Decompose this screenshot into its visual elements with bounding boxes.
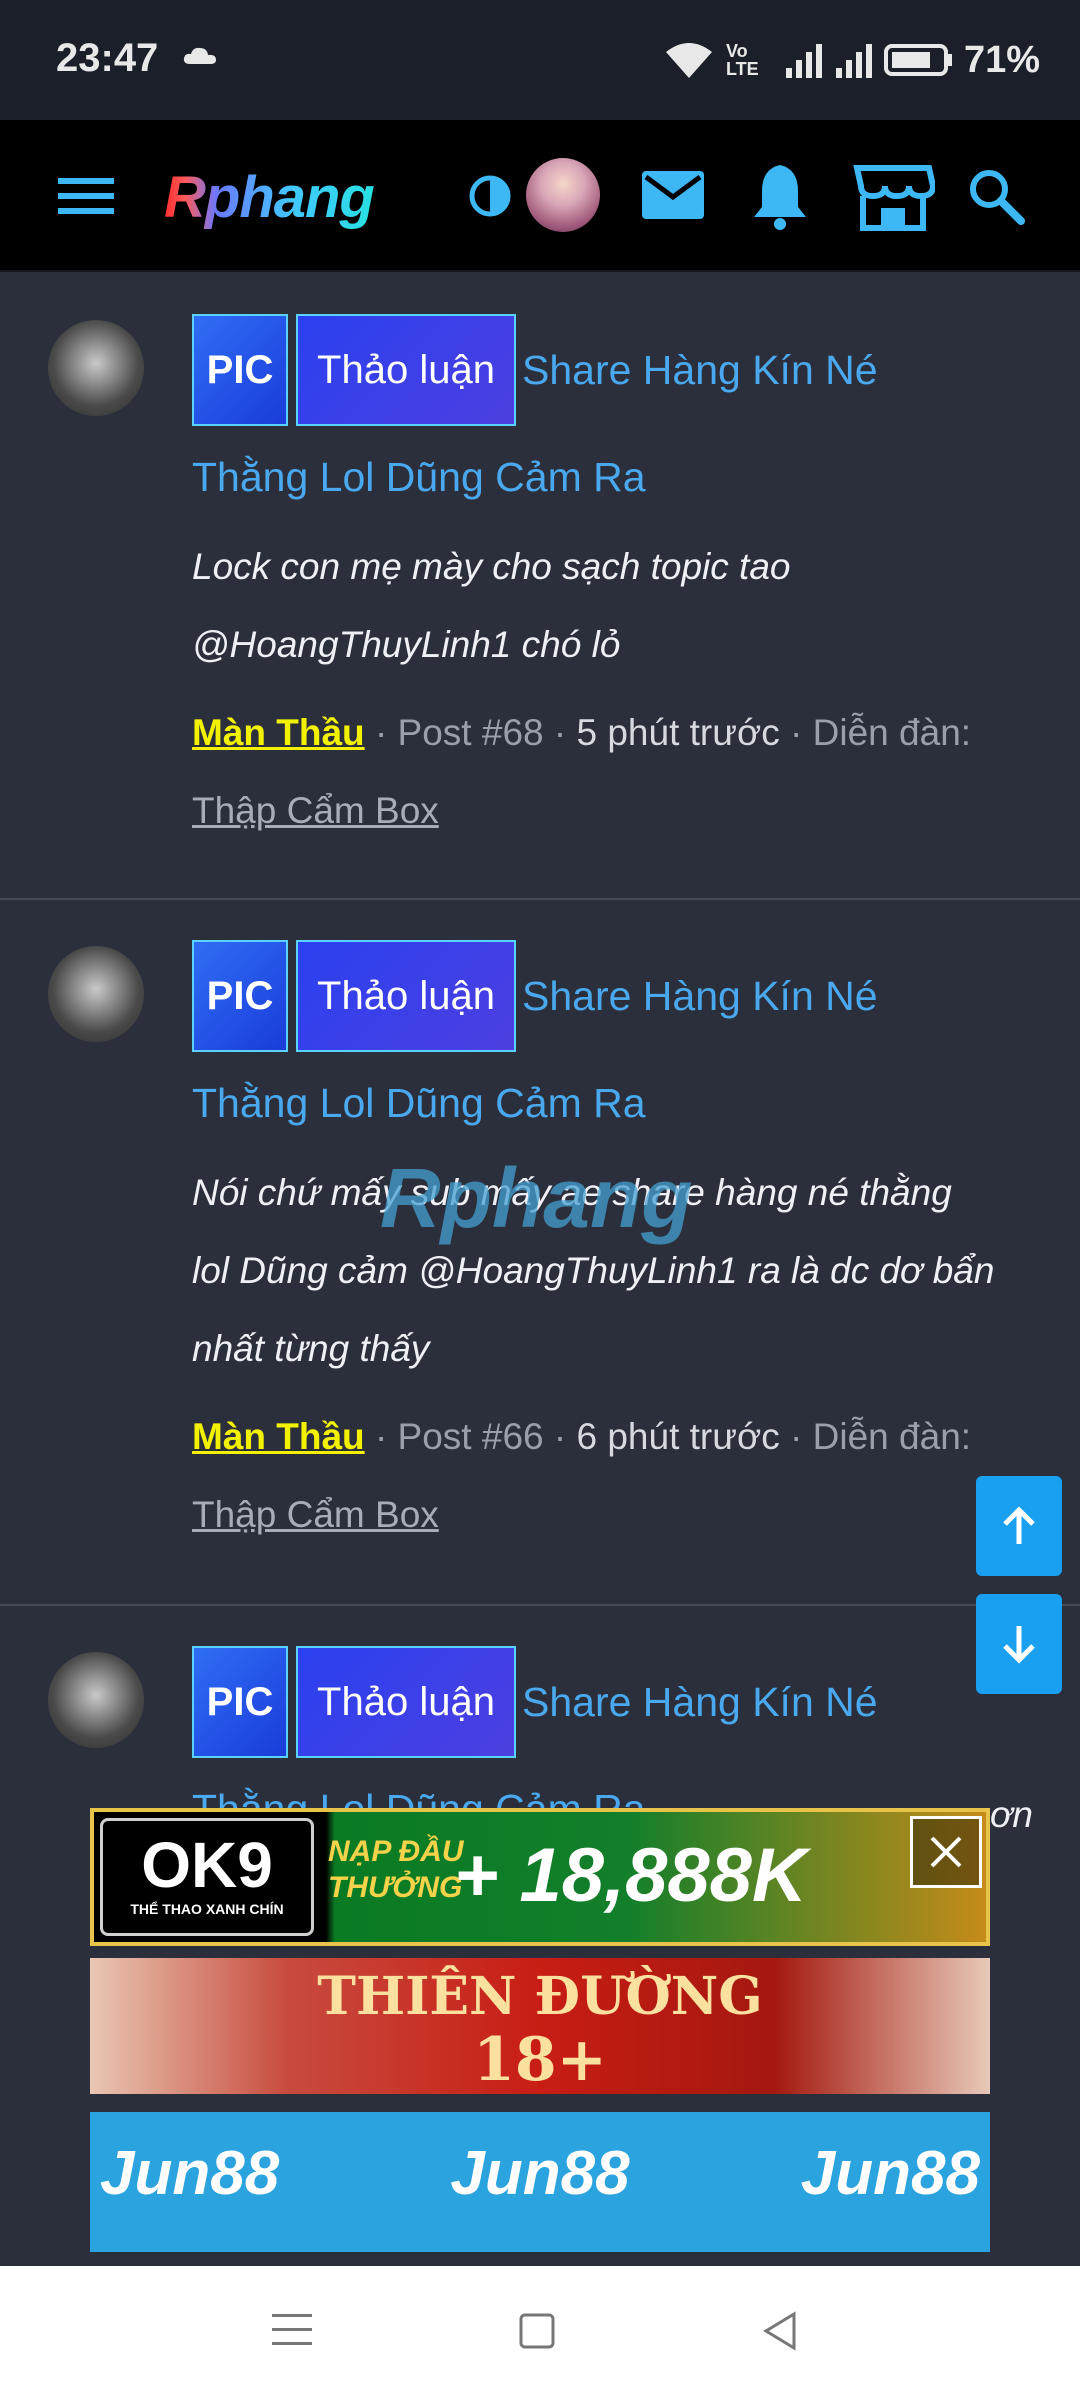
- user-avatar[interactable]: [526, 158, 600, 232]
- bell-icon[interactable]: [748, 158, 812, 234]
- thread-title-line: PIC Thảo luận Share Hàng Kín Né: [192, 314, 1050, 426]
- site-logo[interactable]: Rphang: [164, 164, 375, 231]
- prefix-badge-discussion[interactable]: Thảo luận: [296, 314, 516, 426]
- battery-percent: 71%: [963, 38, 1040, 81]
- scroll-top-button[interactable]: [976, 1476, 1062, 1576]
- home-icon[interactable]: [518, 2312, 556, 2350]
- ok9-brand: OK9: [141, 1829, 273, 1901]
- volte-label: Vo LTE: [725, 41, 759, 79]
- post-snippet-line: nhất từng thấy: [192, 1328, 430, 1369]
- ok9-amount: + 18,888K: [454, 1833, 807, 1918]
- post-time: 5 phút trước: [576, 712, 780, 753]
- thread-title-cont[interactable]: Thằng Lol Dũng Cảm Ra: [192, 426, 1050, 528]
- post-number[interactable]: · Post #66 ·: [365, 1416, 577, 1457]
- prefix-badge-discussion[interactable]: Thảo luận: [296, 940, 516, 1052]
- post-meta: Màn Thầu · Post #66 · 6 phút trước · Diễ…: [192, 1398, 1050, 1476]
- close-ad-button[interactable]: [910, 1816, 982, 1888]
- poster-avatar[interactable]: [48, 1652, 144, 1748]
- post-meta: Màn Thầu · Post #68 · 5 phút trước · Diễ…: [192, 694, 1050, 772]
- ok9-promo-line2: THƯỞNG: [328, 1871, 463, 1904]
- ad-banner-ok9[interactable]: OK9 THỂ THAO XANH CHÍN NẠP ĐẦU THƯỞNG + …: [90, 1808, 990, 1946]
- search-icon[interactable]: [964, 164, 1028, 228]
- ok9-promo-label: NẠP ĐẦU THƯỞNG: [328, 1834, 464, 1906]
- post-snippet-fragment: ơn: [990, 1794, 1033, 1835]
- recents-icon[interactable]: [270, 2310, 314, 2350]
- thread-title[interactable]: Share Hàng Kín Né: [522, 973, 878, 1020]
- ok9-promo-line1: NẠP ĐẦU: [328, 1835, 464, 1868]
- prefix-badge-discussion[interactable]: Thảo luận: [296, 1646, 516, 1758]
- top-nav: Rphang: [0, 120, 1080, 272]
- forum-label: · Diễn đàn:: [779, 1416, 972, 1457]
- store-icon[interactable]: [850, 158, 936, 234]
- thread-title[interactable]: Share Hàng Kín Né: [522, 1679, 878, 1726]
- poster-avatar[interactable]: [48, 320, 144, 416]
- prefix-badge-pic[interactable]: PIC: [192, 940, 288, 1052]
- post-snippet-line: @HoangThuyLinh1 chó lỏ: [192, 624, 621, 665]
- post-snippet-line: Lock con mẹ mày cho sạch topic tao: [192, 546, 791, 587]
- thien-title: THIÊN ĐƯỜNG: [317, 1966, 763, 2027]
- close-icon: [930, 1836, 962, 1868]
- author-link[interactable]: Màn Thầu: [192, 712, 365, 753]
- thread-title-cont[interactable]: Thằng Lol Dũng Cảm Ra: [192, 1052, 1050, 1154]
- theme-toggle-icon[interactable]: [462, 168, 518, 224]
- signal-icon: [785, 44, 822, 78]
- prefix-badge-pic[interactable]: PIC: [192, 1646, 288, 1758]
- scroll-bottom-button[interactable]: [976, 1594, 1062, 1694]
- prefix-badge-pic[interactable]: PIC: [192, 314, 288, 426]
- author-link[interactable]: Màn Thầu: [192, 1416, 365, 1457]
- status-bar: 23:47 Vo LTE 71%: [0, 0, 1080, 120]
- jun88-logo: Jun88: [100, 2139, 280, 2208]
- ad-banner-jun88[interactable]: Jun88 Jun88 Jun88: [90, 2112, 990, 2252]
- forum-label: · Diễn đàn:: [779, 712, 972, 753]
- back-icon[interactable]: [760, 2310, 800, 2352]
- status-time: 23:47: [56, 36, 159, 80]
- thread-title[interactable]: Share Hàng Kín Né: [522, 347, 878, 394]
- signal-icon-2: [835, 44, 872, 78]
- cloud-icon: [183, 47, 216, 64]
- thread-title-line: PIC Thảo luận Share Hàng Kín Né: [192, 1646, 1050, 1758]
- jun88-logo: Jun88: [450, 2139, 630, 2208]
- site-watermark: Rphang: [380, 1151, 693, 1245]
- post-time: 6 phút trước: [576, 1416, 780, 1457]
- forum-link[interactable]: Thập Cẩm Box: [192, 1494, 439, 1535]
- thien-sub: 18+: [473, 2025, 607, 2094]
- forum-link[interactable]: Thập Cẩm Box: [192, 790, 439, 831]
- search-result-post[interactable]: PIC Thảo luận Share Hàng Kín Né Thằng Lo…: [0, 900, 1080, 1606]
- mail-icon[interactable]: [638, 162, 708, 228]
- ad-banner-thien-duong[interactable]: THIÊN ĐƯỜNG 18+: [90, 1958, 990, 2094]
- ok9-logo: OK9 THỂ THAO XANH CHÍN: [100, 1818, 314, 1936]
- wifi-icon: [665, 43, 712, 78]
- search-result-post[interactable]: PIC Thảo luận Share Hàng Kín Né Thằng Lo…: [0, 274, 1080, 900]
- jun88-logo: Jun88: [800, 2139, 980, 2208]
- menu-icon[interactable]: [52, 168, 120, 224]
- post-number[interactable]: · Post #68 ·: [365, 712, 577, 753]
- thread-title-line: PIC Thảo luận Share Hàng Kín Né: [192, 940, 1050, 1052]
- poster-avatar[interactable]: [48, 946, 144, 1042]
- status-icons: Vo LTE 71%: [662, 32, 1040, 88]
- battery-icon: [883, 44, 952, 76]
- ok9-tagline: THỂ THAO XANH CHÍN: [130, 1901, 284, 1917]
- system-nav-bar: [0, 2266, 1080, 2400]
